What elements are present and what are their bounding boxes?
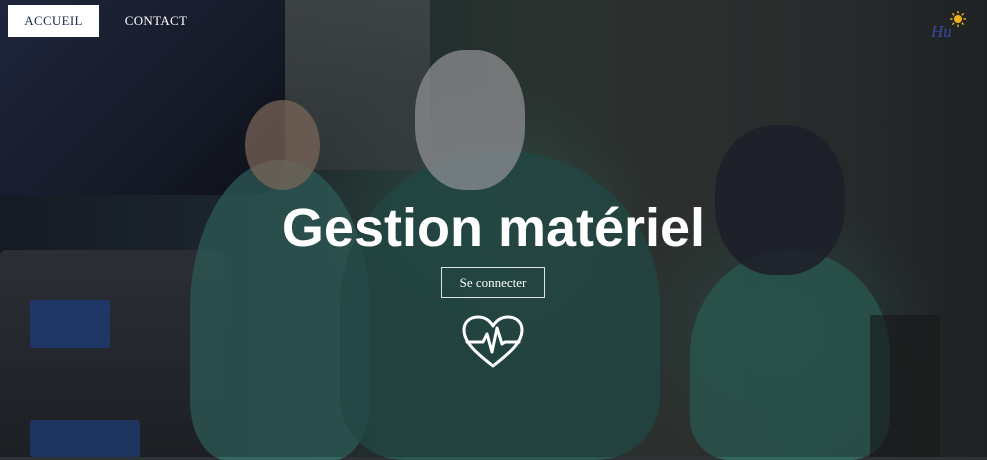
site-logo[interactable]: Hu	[925, 10, 969, 41]
sun-icon: Hu	[930, 11, 966, 41]
top-navigation: ACCUEIL CONTACT	[8, 5, 205, 37]
svg-text:Hu: Hu	[930, 22, 952, 40]
page-title: Gestion matériel	[281, 198, 706, 258]
nav-item-contact[interactable]: CONTACT	[107, 5, 205, 37]
nav-item-accueil[interactable]: ACCUEIL	[8, 5, 99, 37]
heartbeat-icon	[461, 314, 525, 370]
login-button[interactable]: Se connecter	[441, 267, 545, 298]
